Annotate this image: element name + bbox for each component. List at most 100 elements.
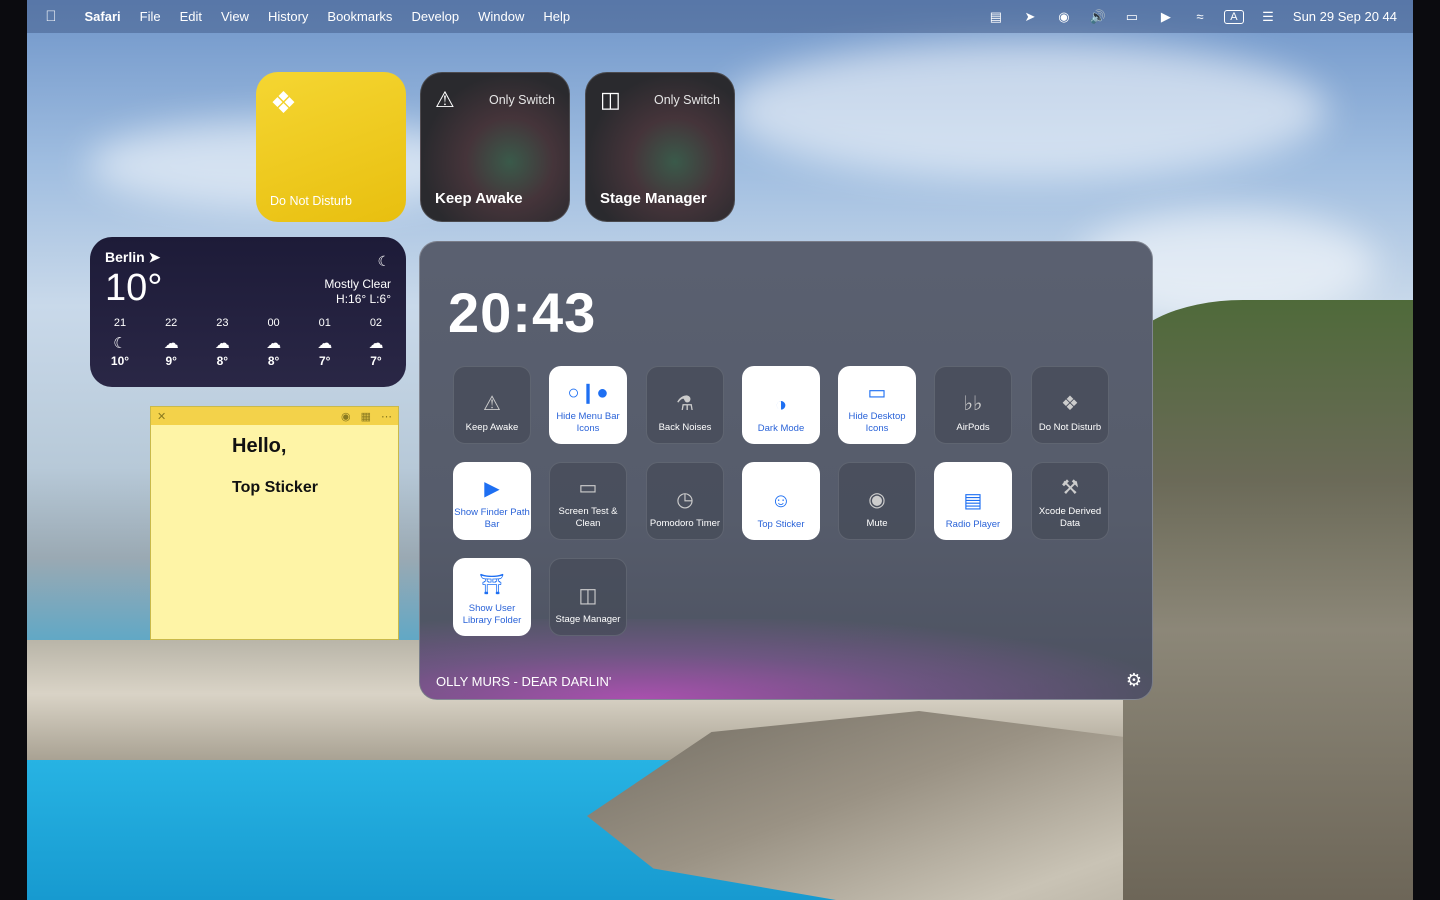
airpods-icon: ♭♭ (963, 393, 983, 415)
wifi-icon[interactable]: ≈ (1183, 9, 1217, 24)
menu-edit[interactable]: Edit (170, 9, 211, 24)
menu-clock[interactable]: Sun 29 Sep 20 44 (1293, 9, 1397, 24)
tile-hide-desktop-icons[interactable]: ▭ Hide Desktop Icons (838, 366, 916, 444)
tile-label: Back Noises (658, 422, 712, 433)
tile-dark-mode[interactable]: ◑ Dark Mode (742, 366, 820, 444)
now-playing[interactable]: OLLY MURS - DEAR DARLIN' (436, 674, 611, 689)
tile-label: Hide Desktop Icons (848, 411, 906, 434)
screen-test-icon: ▭ (578, 477, 598, 499)
control-strip-icon[interactable]: ▤ (979, 9, 1013, 25)
hour-time: 22 (165, 317, 178, 329)
hour-temp: 7° (319, 354, 331, 368)
tile-label: Dark Mode (757, 423, 805, 434)
tile-label: Top Sticker (757, 519, 805, 530)
stage-manager-icon: ◫ (600, 87, 621, 112)
condition-text: Mostly Clear (324, 277, 391, 291)
control-center-icon[interactable]: ☰ (1251, 9, 1285, 25)
tile-radio-player[interactable]: ▤ Radio Player (934, 462, 1012, 540)
close-icon[interactable]: ✕ (157, 410, 166, 423)
menu-develop[interactable]: Develop (402, 9, 469, 24)
tile-xcode-derived-data[interactable]: ⚒ Xcode Derived Data (1031, 462, 1109, 540)
hour-time: 02 (369, 317, 383, 329)
tile-show-user-library-folder[interactable]: ⛩ Show User Library Folder (453, 558, 531, 636)
shortcut-keep-awake[interactable]: ⚠ Only Switch Keep Awake (420, 72, 570, 222)
sticky-note[interactable]: ✕ ◉ ▦ ⋯ Hello, Top Sticker (150, 406, 399, 640)
forecast-hour: 01 ☁ 7° (305, 317, 345, 368)
terminal-icon: ▶ (484, 478, 500, 500)
shortcut-label: Keep Awake (435, 190, 523, 207)
tile-show-finder-path-bar[interactable]: ▶ Show Finder Path Bar (453, 462, 531, 540)
gear-icon[interactable]: ⚙ (1126, 670, 1142, 691)
mute-icon: ◉ (868, 489, 886, 511)
hour-temp: 8° (267, 354, 280, 368)
grid-icon[interactable]: ▦ (361, 410, 371, 423)
control-panel: 20:43 ⚠ Keep Awake ○❙● Hide Menu Bar Icons… (419, 241, 1153, 700)
tile-label: Stage Manager (555, 614, 621, 625)
forecast-hour: 22 ☁ 9° (151, 317, 191, 368)
cloud-icon: ☁ (368, 335, 384, 352)
input-source-icon[interactable]: A (1223, 9, 1244, 24)
shortcuts-icon: ❖ (270, 87, 297, 120)
tile-stage-manager[interactable]: ◫ Stage Manager (549, 558, 627, 636)
menu-history[interactable]: History (258, 9, 317, 24)
telegram-icon[interactable]: ➤ (1013, 9, 1047, 25)
bell-slash-icon: ⚠ (435, 87, 455, 112)
sticker-icon: ☺ (770, 490, 792, 512)
sticky-text-line1[interactable]: Hello, (232, 435, 286, 458)
status-area: ▤ ➤ ◉ 🔊 ▭ ▶ ≈ A ☰ Sun 29 Sep 20 44 (979, 9, 1413, 25)
tile-label: Radio Player (945, 519, 1001, 530)
more-icon[interactable]: ⋯ (381, 410, 392, 423)
hour-time: 00 (267, 317, 280, 329)
forecast-hour: 02 ☁ 7° (356, 317, 396, 368)
cloud-moon-icon: ☁ (214, 335, 230, 352)
weather-widget[interactable]: Berlin ➤ 10° ☾ Mostly Clear H:16° L:6° 2… (90, 237, 406, 387)
radio-icon: ▤ (963, 490, 983, 512)
tile-label: AirPods (956, 422, 990, 433)
tile-label: Pomodoro Timer (649, 518, 721, 529)
tile-pomodoro-timer[interactable]: ◷ Pomodoro Timer (646, 462, 724, 540)
sticky-actions: ◉ ▦ ⋯ (341, 410, 392, 423)
tile-label: Show Finder Path Bar (454, 507, 530, 530)
menu-window[interactable]: Window (469, 9, 534, 24)
tile-hide-menu-bar-icons[interactable]: ○❙● Hide Menu Bar Icons (549, 366, 627, 444)
sticky-toolbar: ✕ ◉ ▦ ⋯ (151, 407, 398, 425)
apple-icon[interactable]:  (27, 8, 75, 25)
hour-temp: 9° (165, 354, 177, 368)
eye-icon[interactable]: ◉ (341, 410, 351, 423)
battery-icon[interactable]: ▭ (1115, 9, 1149, 25)
menu-view[interactable]: View (212, 9, 259, 24)
wechat-icon[interactable]: ◉ (1047, 9, 1081, 25)
moon-icon: ☾ (113, 335, 127, 352)
tile-keep-awake[interactable]: ⚠ Keep Awake (453, 366, 531, 444)
menu-bookmarks[interactable]: Bookmarks (318, 9, 402, 24)
cliff (1123, 300, 1413, 900)
tile-screen-test-clean[interactable]: ▭ Screen Test & Clean (549, 462, 627, 540)
location-arrow-icon: ➤ (148, 249, 161, 265)
hourly-forecast: 21 ☾ 10° 22 ☁ 9° 23 ☁ 8° 00 ☁ 8° 01 ☁ 7° 02 ☁ 7° (100, 317, 396, 368)
hour-time: 01 (318, 317, 331, 329)
volume-icon[interactable]: 🔊 (1081, 9, 1115, 25)
menu-bar:  Safari File Edit View History Bookmark… (27, 0, 1413, 33)
tile-do-not-disturb[interactable]: ❖ Do Not Disturb (1031, 366, 1109, 444)
cloud-icon: ☁ (266, 335, 282, 352)
forecast-hour: 23 ☁ 8° (202, 317, 242, 368)
tile-label: Mute (866, 518, 888, 529)
menu-bar-icon: ○❙● (567, 382, 609, 404)
sticky-text-line2[interactable]: Top Sticker (232, 479, 318, 497)
dark-mode-icon: ◑ (774, 394, 788, 416)
tile-airpods[interactable]: ♭♭ AirPods (934, 366, 1012, 444)
tile-back-noises[interactable]: ⚗ Back Noises (646, 366, 724, 444)
menu-help[interactable]: Help (534, 9, 580, 24)
tile-top-sticker[interactable]: ☺ Top Sticker (742, 462, 820, 540)
shortcut-do-not-disturb[interactable]: ❖ Do Not Disturb (256, 72, 406, 222)
shortcut-stage-manager[interactable]: ◫ Only Switch Stage Manager (585, 72, 735, 222)
tile-label: Screen Test & Clean (558, 506, 618, 529)
menu-safari[interactable]: Safari (75, 9, 130, 24)
hour-time: 21 (113, 317, 127, 329)
library-icon: ⛩ (479, 574, 505, 596)
tile-label: Show User Library Folder (462, 603, 522, 626)
play-icon[interactable]: ▶ (1149, 9, 1183, 25)
bell-slash-icon: ⚠ (483, 393, 501, 415)
tile-mute[interactable]: ◉ Mute (838, 462, 916, 540)
menu-file[interactable]: File (130, 9, 170, 24)
